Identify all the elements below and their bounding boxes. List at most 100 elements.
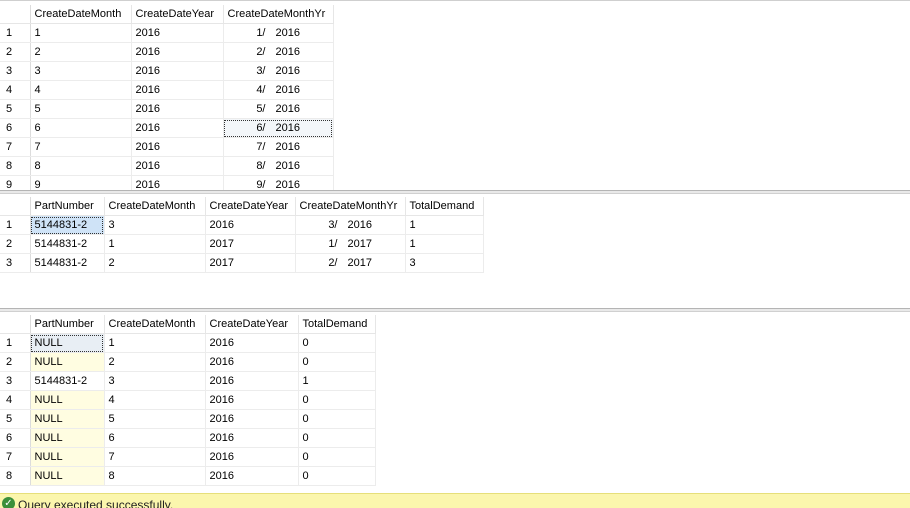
cell-partnumber-null[interactable]: NULL	[30, 352, 105, 372]
column-header-createdatemonth[interactable]: CreateDateMonth	[104, 197, 206, 216]
cell-partnumber[interactable]: 5144831-2	[30, 253, 105, 273]
cell-createdateyear[interactable]: 2017	[205, 234, 296, 254]
cell-createdatemonth[interactable]: 6	[104, 428, 206, 448]
cell-createdatemonthyr[interactable]: 5/2016	[223, 99, 334, 119]
cell-createdateyear[interactable]: 2016	[205, 428, 299, 448]
cell-createdateyear[interactable]: 2016	[131, 137, 224, 157]
cell-createdatemonthyr[interactable]: 8/2016	[223, 156, 334, 176]
row-number-header[interactable]	[0, 197, 31, 216]
cell-createdateyear[interactable]: 2016	[131, 42, 224, 62]
cell-createdatemonth[interactable]: 3	[30, 61, 132, 81]
row-number[interactable]: 8	[0, 156, 31, 176]
cell-createdateyear[interactable]: 2016	[205, 390, 299, 410]
row-number[interactable]: 7	[0, 447, 31, 467]
cell-partnumber-selected[interactable]: 5144831-2	[30, 215, 105, 235]
row-number[interactable]: 3	[0, 253, 31, 273]
cell-createdatemonth[interactable]: 8	[30, 156, 132, 176]
cell-createdatemonth[interactable]: 5	[104, 409, 206, 429]
row-number[interactable]: 2	[0, 234, 31, 254]
results-grid-3[interactable]: PartNumber CreateDateMonth CreateDateYea…	[0, 315, 376, 486]
row-number[interactable]: 3	[0, 61, 31, 81]
cell-partnumber[interactable]: 5144831-2	[30, 371, 105, 391]
cell-createdateyear[interactable]: 2016	[205, 466, 299, 486]
cell-createdatemonth[interactable]: 6	[30, 118, 132, 138]
cell-createdatemonthyr[interactable]: 4/2016	[223, 80, 334, 100]
row-number[interactable]: 4	[0, 80, 31, 100]
cell-totaldemand[interactable]: 0	[298, 352, 376, 372]
cell-createdatemonthyr[interactable]: 2/2017	[295, 253, 406, 273]
column-header-createdateyear[interactable]: CreateDateYear	[205, 197, 296, 216]
cell-createdateyear[interactable]: 2016	[205, 409, 299, 429]
cell-createdatemonth[interactable]: 1	[104, 234, 206, 254]
cell-totaldemand[interactable]: 0	[298, 447, 376, 467]
results-grid-1[interactable]: CreateDateMonth CreateDateYear CreateDat…	[0, 5, 334, 192]
column-header-createdatemonth[interactable]: CreateDateMonth	[104, 315, 206, 334]
cell-totaldemand[interactable]: 1	[405, 215, 484, 235]
cell-partnumber-null[interactable]: NULL	[30, 428, 105, 448]
results-grid-2-pane[interactable]: PartNumber CreateDateMonth CreateDateYea…	[0, 193, 910, 309]
cell-totaldemand[interactable]: 0	[298, 333, 376, 353]
cell-totaldemand[interactable]: 1	[298, 371, 376, 391]
cell-totaldemand[interactable]: 0	[298, 428, 376, 448]
cell-createdatemonth[interactable]: 7	[104, 447, 206, 467]
cell-partnumber-null[interactable]: NULL	[30, 390, 105, 410]
cell-createdatemonth[interactable]: 1	[30, 23, 132, 43]
cell-createdatemonth[interactable]: 4	[30, 80, 132, 100]
cell-createdatemonthyr[interactable]: 7/2016	[223, 137, 334, 157]
row-number[interactable]: 6	[0, 428, 31, 448]
cell-createdatemonthyr[interactable]: 3/2016	[295, 215, 406, 235]
cell-createdateyear[interactable]: 2016	[205, 333, 299, 353]
column-header-partnumber[interactable]: PartNumber	[30, 315, 105, 334]
results-grid-2[interactable]: PartNumber CreateDateMonth CreateDateYea…	[0, 197, 484, 273]
cell-createdatemonth[interactable]: 1	[104, 333, 206, 353]
cell-partnumber-null[interactable]: NULL	[30, 466, 105, 486]
row-number[interactable]: 6	[0, 118, 31, 138]
results-grid-1-pane[interactable]: CreateDateMonth CreateDateYear CreateDat…	[0, 0, 910, 192]
row-number[interactable]: 5	[0, 409, 31, 429]
cell-createdateyear[interactable]: 2016	[131, 99, 224, 119]
results-grid-3-pane[interactable]: PartNumber CreateDateMonth CreateDateYea…	[0, 311, 910, 492]
row-number[interactable]: 7	[0, 137, 31, 157]
cell-createdatemonthyr[interactable]: 1/2017	[295, 234, 406, 254]
row-number[interactable]: 2	[0, 42, 31, 62]
column-header-createdateyear[interactable]: CreateDateYear	[131, 5, 224, 24]
cell-createdateyear[interactable]: 2016	[205, 447, 299, 467]
cell-createdatemonth[interactable]: 2	[104, 352, 206, 372]
cell-createdateyear[interactable]: 2016	[131, 80, 224, 100]
row-number[interactable]: 1	[0, 23, 31, 43]
cell-createdatemonth[interactable]: 3	[104, 371, 206, 391]
cell-createdatemonthyr-focused[interactable]: 6/2016	[223, 118, 334, 138]
row-number-header[interactable]	[0, 5, 31, 24]
cell-totaldemand[interactable]: 3	[405, 253, 484, 273]
cell-createdateyear[interactable]: 2016	[131, 118, 224, 138]
cell-createdatemonth[interactable]: 8	[104, 466, 206, 486]
row-number[interactable]: 3	[0, 371, 31, 391]
row-number[interactable]: 8	[0, 466, 31, 486]
cell-partnumber-null[interactable]: NULL	[30, 409, 105, 429]
cell-createdatemonthyr[interactable]: 2/2016	[223, 42, 334, 62]
column-header-totaldemand[interactable]: TotalDemand	[298, 315, 376, 334]
cell-createdatemonth[interactable]: 3	[104, 215, 206, 235]
cell-createdatemonth[interactable]: 5	[30, 99, 132, 119]
row-number[interactable]: 1	[0, 215, 31, 235]
row-number[interactable]: 5	[0, 99, 31, 119]
column-header-createdatemonth[interactable]: CreateDateMonth	[30, 5, 132, 24]
cell-createdateyear[interactable]: 2017	[205, 253, 296, 273]
cell-totaldemand[interactable]: 0	[298, 390, 376, 410]
column-header-createdatemonthyr[interactable]: CreateDateMonthYr	[223, 5, 334, 24]
cell-partnumber[interactable]: 5144831-2	[30, 234, 105, 254]
cell-totaldemand[interactable]: 0	[298, 409, 376, 429]
cell-partnumber-null[interactable]: NULL	[30, 447, 105, 467]
row-number[interactable]: 1	[0, 333, 31, 353]
cell-partnumber-selected[interactable]: NULL	[30, 333, 105, 353]
cell-createdateyear[interactable]: 2016	[131, 23, 224, 43]
cell-createdatemonthyr[interactable]: 1/2016	[223, 23, 334, 43]
cell-createdatemonthyr[interactable]: 3/2016	[223, 61, 334, 81]
column-header-partnumber[interactable]: PartNumber	[30, 197, 105, 216]
cell-createdatemonth[interactable]: 7	[30, 137, 132, 157]
cell-createdateyear[interactable]: 2016	[131, 61, 224, 81]
row-number[interactable]: 2	[0, 352, 31, 372]
cell-createdateyear[interactable]: 2016	[205, 215, 296, 235]
column-header-createdatemonthyr[interactable]: CreateDateMonthYr	[295, 197, 406, 216]
cell-totaldemand[interactable]: 0	[298, 466, 376, 486]
